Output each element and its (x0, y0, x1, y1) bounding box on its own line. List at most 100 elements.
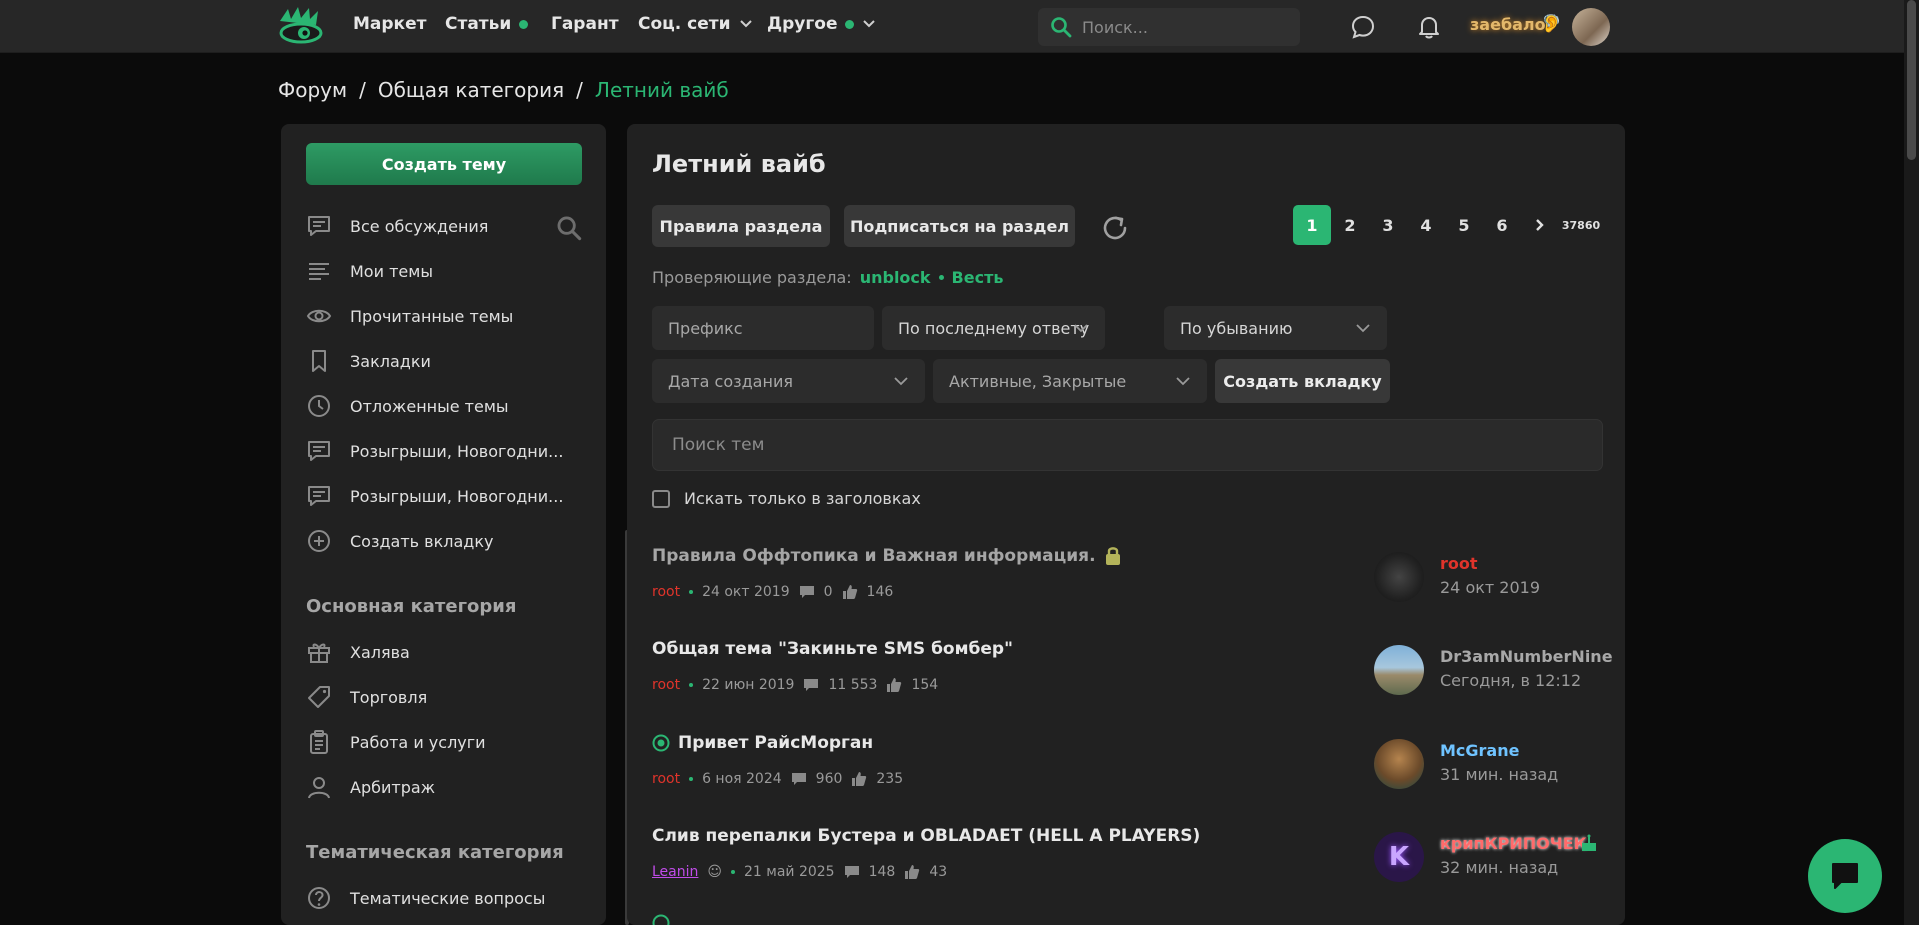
thread-last-post[interactable]: K крипКРИПОЧЕК 32 мин. назад (1374, 826, 1603, 886)
sidebar-item-create-tab[interactable]: Создать вкладку (306, 523, 582, 559)
sidebar-section-main: Основная категория (306, 596, 517, 617)
header-search[interactable] (1038, 8, 1300, 46)
status-dot (845, 19, 855, 29)
separator-dot (689, 777, 694, 781)
plus-circle-icon (308, 530, 330, 552)
sidebar-item-all-discussions[interactable]: Все обсуждения (306, 208, 582, 244)
thread-row[interactable]: Слив перепалки Бустера и OBLADAET (HELL … (652, 826, 1603, 916)
avatar[interactable] (1374, 739, 1424, 789)
thread-row[interactable]: Общая тема "Закиньте SMS бомбер" root 22… (652, 639, 1613, 729)
create-tab-button[interactable]: Создать вкладку (1215, 359, 1390, 403)
thread-row[interactable] (652, 914, 1603, 925)
last-post-user[interactable]: McGrane (1440, 741, 1519, 760)
titles-only-row[interactable]: Искать только в заголовках (652, 489, 921, 508)
sidebar-item-freebies[interactable]: Халява (306, 634, 582, 670)
page-4[interactable]: 4 (1407, 205, 1445, 245)
sidebar-item-work[interactable]: Работа и услуги (306, 724, 582, 760)
thread-date: 6 ноя 2024 (702, 771, 782, 787)
header-search-input[interactable] (1082, 17, 1282, 37)
breadcrumb-forum[interactable]: Форум (278, 78, 347, 102)
tag-icon (308, 686, 330, 708)
thread-title[interactable]: Правила Оффтопика и Важная информация. (652, 546, 1122, 566)
nav-market[interactable]: Маркет (353, 14, 426, 34)
avatar[interactable] (1572, 8, 1610, 46)
thread-title[interactable]: Привет РайсМорган (652, 733, 873, 753)
chat-icon[interactable] (1350, 14, 1376, 40)
avatar[interactable] (1374, 645, 1424, 695)
topic-search[interactable] (652, 419, 1603, 471)
last-post-user[interactable]: Dr3amNumberNine (1440, 647, 1613, 666)
thread-replies: 0 (823, 584, 833, 600)
username[interactable]: заебало (1470, 15, 1546, 34)
thread-title[interactable]: Общая тема "Закиньте SMS бомбер" (652, 639, 1013, 659)
last-post-user[interactable]: крипКРИПОЧЕК (1440, 834, 1587, 853)
nav-other[interactable]: Другое (767, 14, 876, 34)
thread-author[interactable]: root (652, 771, 680, 787)
sidebar-item-label: Создать вкладку (350, 531, 494, 551)
search-icon[interactable] (556, 215, 582, 241)
sidebar-item-read-threads[interactable]: Прочитанные темы (306, 298, 582, 334)
thread-likes: 235 (876, 771, 904, 787)
last-page[interactable]: 37860 (1559, 205, 1603, 245)
breadcrumb-current[interactable]: Летний вайб (595, 78, 729, 102)
sidebar-item-thematic-questions[interactable]: Тематические вопросы (306, 880, 582, 916)
sort-by-select[interactable]: По последнему ответу (882, 306, 1105, 350)
scroll-thumb[interactable] (1907, 0, 1916, 160)
subscribe-button[interactable]: Подписаться на раздел (844, 205, 1075, 247)
nav-social[interactable]: Соц. сети (638, 14, 753, 34)
clipboard-icon (310, 730, 328, 754)
thread-last-post[interactable]: Dr3amNumberNine Сегодня, в 12:12 (1374, 639, 1613, 699)
page-3[interactable]: 3 (1369, 205, 1407, 245)
sidebar-item-trading[interactable]: Торговля (306, 679, 582, 715)
clock-icon (308, 395, 330, 417)
sidebar-item-bookmarks[interactable]: Закладки (306, 343, 582, 379)
section-rules-button[interactable]: Правила раздела (652, 205, 830, 247)
sidebar-item-giveaways-1[interactable]: Розыгрыши, Новогодни... (306, 433, 582, 469)
next-page-button[interactable] (1521, 205, 1559, 245)
thread-meta: root 22 июн 2019 11 553 154 (652, 677, 938, 693)
thread-author[interactable]: Leanin (652, 864, 698, 880)
page-5[interactable]: 5 (1445, 205, 1483, 245)
sidebar-item-deferred[interactable]: Отложенные темы (306, 388, 582, 424)
sidebar-item-my-threads[interactable]: Мои темы (306, 253, 582, 289)
sidebar-item-giveaways-2[interactable]: Розыгрыши, Новогодни... (306, 478, 582, 514)
refresh-icon[interactable] (1099, 212, 1131, 244)
thread-title[interactable]: Слив перепалки Бустера и OBLADAET (HELL … (652, 826, 1200, 846)
thread-last-post[interactable]: McGrane 31 мин. назад (1374, 733, 1603, 793)
thread-author[interactable]: root (652, 584, 680, 600)
comment-icon (308, 216, 330, 236)
nav-guarantor[interactable]: Гарант (551, 14, 619, 34)
comment-icon (308, 441, 330, 461)
chevron-right-icon (1536, 219, 1544, 231)
thread-title-text: Слив перепалки Бустера и OBLADAET (HELL … (652, 826, 1201, 846)
breadcrumb-section[interactable]: Общая категория (378, 78, 564, 102)
avatar[interactable]: K (1374, 832, 1424, 882)
date-filter-select[interactable]: Дата создания (652, 359, 925, 403)
logo-icon[interactable] (278, 7, 324, 45)
thread-author[interactable]: root (652, 677, 680, 693)
thread-row[interactable]: Правила Оффтопика и Важная информация. r… (652, 546, 1603, 636)
comment-icon (844, 866, 859, 878)
thread-last-post[interactable]: root 24 окт 2019 (1374, 546, 1603, 606)
topic-search-input[interactable] (672, 435, 1572, 455)
sort-order-select[interactable]: По убыванию (1164, 306, 1387, 350)
breadcrumb: Форум / Общая категория / Летний вайб (278, 78, 729, 102)
status-filter-select[interactable]: Активные, Закрытые (933, 359, 1207, 403)
page-title: Летний вайб (652, 150, 826, 178)
reviewer-link[interactable]: unblock (860, 268, 931, 287)
reviewer-link[interactable]: Весть (952, 268, 1004, 287)
page-1[interactable]: 1 (1293, 205, 1331, 245)
create-thread-button[interactable]: Создать тему (306, 143, 582, 185)
prefix-select[interactable]: Префикс (652, 306, 874, 350)
page-6[interactable]: 6 (1483, 205, 1521, 245)
avatar[interactable] (1374, 552, 1424, 602)
chat-button[interactable] (1808, 839, 1882, 913)
titles-only-checkbox[interactable] (652, 489, 670, 508)
last-post-user[interactable]: root (1440, 554, 1478, 573)
page-2[interactable]: 2 (1331, 205, 1369, 245)
thread-row[interactable]: Привет РайсМорган root 6 ноя 2024 960 23… (652, 733, 1603, 823)
page-scrollbar[interactable] (1904, 0, 1919, 925)
nav-articles[interactable]: Статьи (445, 14, 529, 34)
bell-icon[interactable] (1416, 14, 1442, 40)
sidebar-item-arbitration[interactable]: Арбитраж (306, 769, 582, 805)
